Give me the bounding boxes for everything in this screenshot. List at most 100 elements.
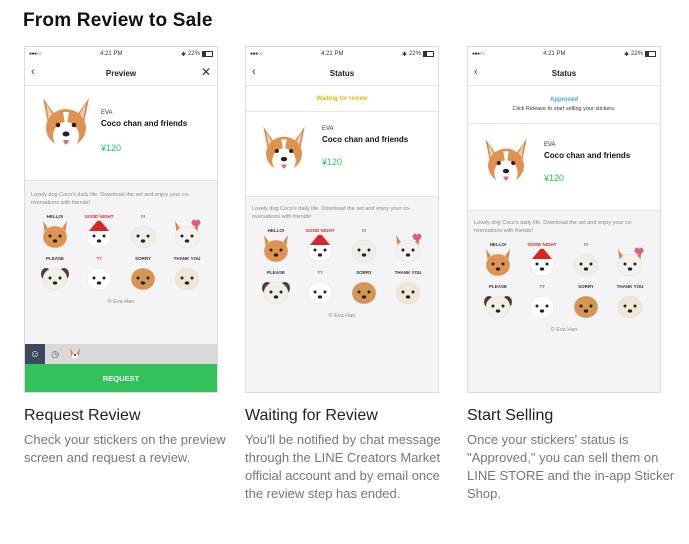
sticker-5[interactable]: PLEASE: [258, 270, 294, 307]
sticker-2[interactable]: GOOD NIGHT: [524, 242, 560, 279]
sticker-1[interactable]: HELLO!: [37, 214, 73, 251]
dog-sticker-image: [529, 295, 555, 319]
sticker-caption: THANK YOU: [394, 270, 422, 275]
phone-screenshot-preview: ●●●○○ 4:21 PM ✱ 22% ‹ Preview ✕ EVA Coco…: [24, 46, 218, 393]
back-chevron-icon[interactable]: ‹: [31, 66, 35, 78]
sticker-4[interactable]: [390, 229, 426, 265]
battery-icon: [201, 51, 213, 57]
signal-icon: ●●●○○: [29, 51, 42, 57]
dog-sticker-image: [395, 281, 421, 305]
creator-name: EVA: [544, 142, 556, 148]
dog-sticker-icon[interactable]: [65, 344, 85, 364]
sticker-caption: THANK YOU: [173, 256, 201, 261]
main-dog-image: [480, 134, 532, 197]
product-price: ¥120: [101, 143, 122, 153]
sticker-7[interactable]: SORRY: [568, 284, 604, 321]
main-dog-image: [258, 122, 310, 185]
dog-sticker-image: [41, 267, 69, 291]
sticker-5[interactable]: PLEASE: [480, 284, 516, 321]
card-title: Request Review: [24, 407, 141, 424]
nav-bar: ‹ Status: [246, 61, 438, 86]
sticker-6[interactable]: ??: [302, 270, 338, 307]
card-title: Start Selling: [467, 407, 554, 424]
sticker-1[interactable]: HELLO!: [480, 242, 516, 279]
dog-sticker-image: [573, 253, 599, 277]
corgi-image: [485, 138, 527, 186]
sticker-3[interactable]: !!!: [568, 242, 604, 279]
sticker-2[interactable]: GOOD NIGHT: [302, 228, 338, 265]
emoji-icon[interactable]: ☺: [25, 344, 45, 364]
nav-title: Status: [551, 68, 577, 78]
sticker-7[interactable]: SORRY: [346, 270, 382, 307]
sticker-7[interactable]: SORRY: [125, 256, 161, 293]
clock-icon[interactable]: ◷: [45, 344, 65, 364]
sticker-8[interactable]: THANK YOU: [612, 284, 648, 321]
sticker-6[interactable]: ??: [81, 256, 117, 293]
dog-sticker-image: [484, 295, 512, 319]
sticker-caption: SORRY: [135, 256, 151, 261]
status-bar: ●●●○○ 4:21 PM ✱ 22%: [246, 47, 438, 61]
main-dog-image: [37, 94, 95, 161]
status-time: 4:21 PM: [100, 51, 123, 57]
product-price: ¥120: [544, 173, 565, 183]
sticker-caption: HELLO!: [267, 228, 285, 233]
back-chevron-icon[interactable]: ‹: [252, 66, 256, 78]
dog-sticker-image: [174, 267, 200, 291]
sticker-grid: HELLO! GOOD NIGHT!!! PLEASE?? SORRY THANK YO…: [246, 228, 438, 307]
dog-sticker-image: [174, 219, 201, 249]
sticker-caption: !!!: [361, 228, 367, 233]
sticker-8[interactable]: THANK YOU: [390, 270, 426, 307]
description-text: Lovely dog Coco's daily life. Download t…: [474, 220, 633, 234]
author-credit: © Eva Han: [107, 299, 135, 305]
nav-title: Status: [329, 68, 355, 78]
dog-sticker-image: [130, 267, 156, 291]
battery-icon: [644, 51, 656, 57]
dog-sticker-image: [130, 225, 156, 249]
product-header: EVA Coco chan and friends ¥120: [25, 86, 217, 181]
status-banner: Approved Click Release to start selling …: [468, 86, 660, 124]
status-subtext: Click Release to start selling your stic…: [512, 106, 616, 112]
signal-icon: ●●●○○: [250, 51, 263, 57]
battery-percent: 22%: [187, 51, 200, 57]
dog-sticker-image: [485, 249, 511, 277]
card-start-selling: ●●●○○ 4:21 PM ✱ 22% ‹ Status Approved Cl…: [467, 46, 674, 503]
status-time: 4:21 PM: [321, 51, 344, 57]
sticker-5[interactable]: PLEASE: [37, 256, 73, 293]
status-time: 4:21 PM: [543, 51, 566, 57]
dog-sticker-image: [42, 221, 68, 249]
card-description: You'll be notified by chat message throu…: [245, 432, 441, 501]
sticker-caption: THANK YOU: [616, 284, 644, 289]
sticker-caption: ??: [96, 256, 102, 261]
sticker-3[interactable]: !!!: [346, 228, 382, 265]
back-chevron-icon[interactable]: ‹: [474, 66, 478, 78]
sticker-caption: PLEASE: [266, 270, 285, 275]
status-bar: ●●●○○ 4:21 PM ✱ 22%: [25, 47, 217, 61]
dog-sticker-image: [617, 247, 644, 277]
author-credit: © Eva Han: [550, 327, 578, 333]
dog-sticker-image: [617, 295, 643, 319]
sticker-1[interactable]: HELLO!: [258, 228, 294, 265]
creator-name: EVA: [101, 110, 113, 116]
sticker-caption: HELLO!: [46, 214, 64, 219]
sticker-8[interactable]: THANK YOU: [169, 256, 205, 293]
battery-icon: [422, 51, 434, 57]
sticker-caption: HELLO!: [489, 242, 507, 247]
sticker-caption: GOOD NIGHT: [527, 242, 557, 247]
author-credit: © Eva Han: [328, 313, 356, 319]
card-title: Waiting for Review: [245, 407, 378, 424]
close-icon[interactable]: ✕: [201, 65, 211, 79]
sticker-6[interactable]: ??: [524, 284, 560, 321]
sticker-caption: PLEASE: [45, 256, 64, 261]
sticker-4[interactable]: [169, 215, 205, 251]
product-name: Coco chan and friends: [101, 119, 188, 128]
dog-sticker-image: [86, 267, 112, 291]
sticker-3[interactable]: !!!: [125, 214, 161, 251]
nav-bar: ‹ Status: [468, 61, 660, 86]
status-banner: Waiting for review: [246, 86, 438, 112]
card-description: Once your stickers' status is "Approved,…: [467, 432, 675, 501]
sticker-grid: HELLO! GOOD NIGHT!!! PLEASE?? SORRY THANK YO…: [468, 242, 660, 321]
nav-bar: ‹ Preview ✕: [25, 61, 217, 86]
sticker-2[interactable]: GOOD NIGHT: [81, 214, 117, 251]
sticker-4[interactable]: [612, 243, 648, 279]
request-button[interactable]: REQUEST: [25, 364, 217, 392]
